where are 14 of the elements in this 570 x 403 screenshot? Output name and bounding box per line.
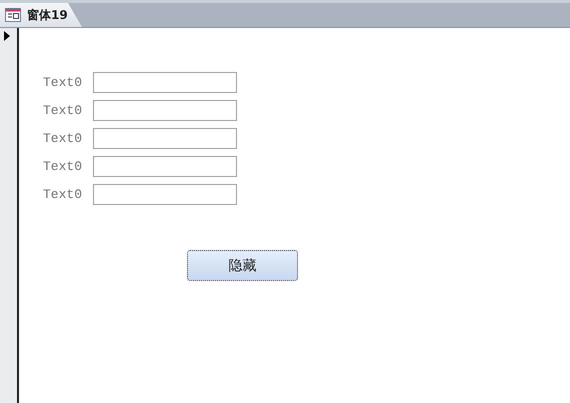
text-field[interactable] [93,128,237,149]
record-pointer-icon [4,31,10,41]
hide-button[interactable]: 隐藏 [187,250,298,281]
text-field[interactable] [93,184,237,205]
text-field[interactable] [93,156,237,177]
form-icon [5,8,21,22]
field-label: Text0 [43,103,84,118]
text-field[interactable] [93,100,237,121]
field-label: Text0 [43,187,84,202]
field-label: Text0 [43,159,84,174]
field-label: Text0 [43,75,84,90]
text-field[interactable] [93,72,237,93]
field-label: Text0 [43,131,84,146]
form-tab[interactable]: 窗体19 [0,3,82,27]
